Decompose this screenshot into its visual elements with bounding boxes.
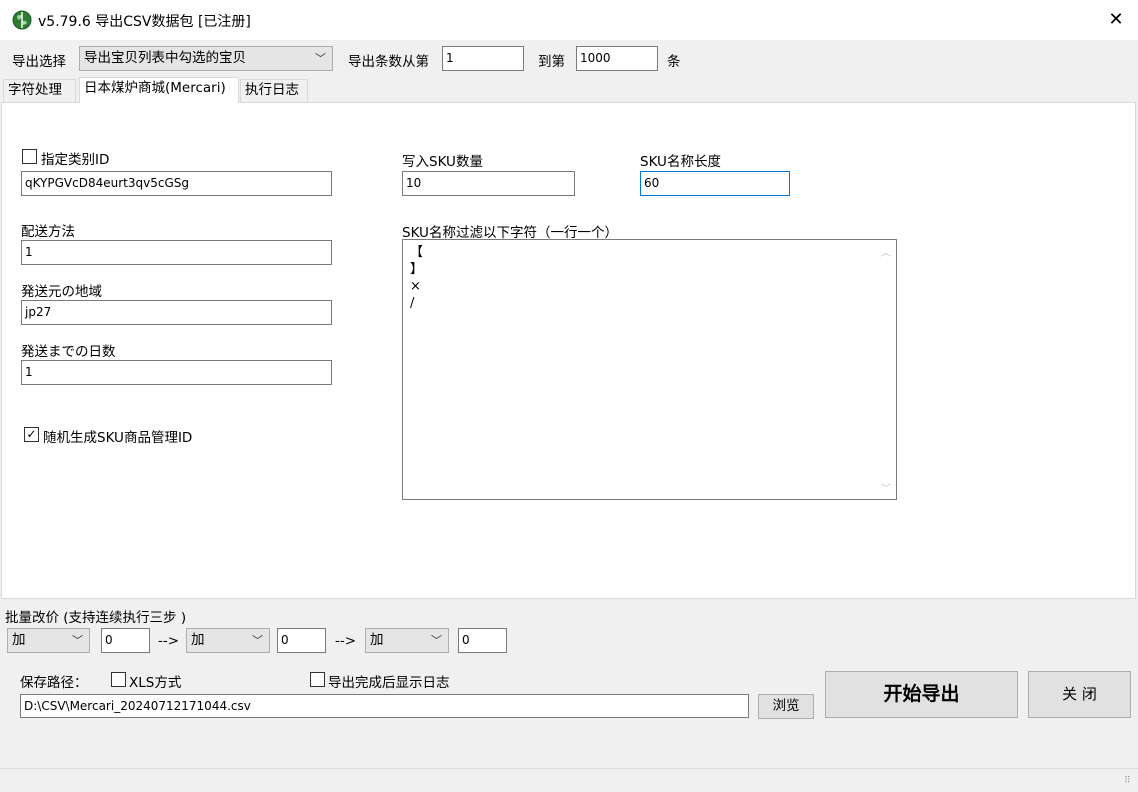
price-value-input-2[interactable]: 0 bbox=[277, 628, 326, 653]
start-export-button[interactable]: 开始导出 bbox=[825, 671, 1018, 718]
chevron-down-icon: ﹀ bbox=[315, 52, 326, 65]
price-op-select-3[interactable]: 加 ﹀ bbox=[365, 628, 449, 653]
export-select-dropdown[interactable]: 导出宝贝列表中勾选的宝贝 ﹀ bbox=[79, 46, 333, 71]
app-globe-icon bbox=[12, 10, 32, 30]
count-to-input[interactable]: 1000 bbox=[576, 46, 658, 71]
show-log-checkbox[interactable] bbox=[310, 672, 325, 687]
sku-filter-line: 】 bbox=[410, 262, 424, 277]
export-select-value: 导出宝贝列表中勾选的宝贝 bbox=[84, 50, 246, 66]
show-log-label: 导出完成后显示日志 bbox=[328, 675, 450, 691]
ship-from-label: 発送元の地域 bbox=[21, 284, 102, 300]
sku-filter-label: SKU名称过滤以下字符（一行一个） bbox=[402, 225, 618, 241]
random-sku-checkbox[interactable]: ✓ bbox=[24, 427, 39, 442]
save-path-label: 保存路径： bbox=[20, 675, 88, 691]
category-id-label: 指定类别ID bbox=[41, 152, 110, 168]
sku-count-input[interactable]: 10 bbox=[402, 171, 575, 196]
random-sku-label: 随机生成SKU商品管理ID bbox=[43, 430, 193, 446]
browse-button[interactable]: 浏览 bbox=[758, 694, 814, 719]
status-bar: ⠿ bbox=[0, 768, 1138, 792]
xls-checkbox[interactable] bbox=[111, 672, 126, 687]
scroll-down-icon[interactable]: ﹀ bbox=[881, 480, 891, 495]
tab-char-processing[interactable]: 字符处理 bbox=[3, 79, 76, 102]
days-to-ship-label: 発送までの日数 bbox=[21, 344, 116, 360]
count-to-label: 到第 bbox=[538, 54, 565, 70]
batch-price-label: 批量改价 (支持连续执行三步 ) bbox=[5, 610, 187, 626]
sku-name-length-input[interactable]: 60 bbox=[640, 171, 790, 196]
price-op-select-2[interactable]: 加 ﹀ bbox=[186, 628, 270, 653]
sku-filter-textarea[interactable]: 【 】 × / ︿ ﹀ bbox=[402, 239, 897, 500]
price-op-select-1[interactable]: 加 ﹀ bbox=[7, 628, 90, 653]
price-op-value: 加 bbox=[191, 632, 205, 648]
scroll-up-icon[interactable]: ︿ bbox=[881, 244, 891, 259]
chevron-down-icon: ﹀ bbox=[72, 634, 83, 647]
category-id-input[interactable]: qKYPGVcD84eurt3qv5cGSg bbox=[21, 171, 332, 196]
price-op-value: 加 bbox=[12, 632, 26, 648]
save-path-input[interactable]: D:\CSV\Mercari_20240712171044.csv bbox=[20, 694, 749, 718]
resize-grip-icon[interactable]: ⠿ bbox=[1124, 777, 1136, 790]
sku-filter-line: 【 bbox=[410, 245, 424, 260]
tab-mercari[interactable]: 日本煤炉商城(Mercari) bbox=[79, 77, 239, 103]
price-arrow: --> bbox=[158, 633, 180, 649]
count-from-label: 导出条数从第 bbox=[348, 54, 429, 70]
category-id-checkbox[interactable] bbox=[22, 149, 37, 164]
xls-label: XLS方式 bbox=[129, 675, 182, 691]
sku-name-length-label: SKU名称长度 bbox=[640, 154, 721, 170]
title-bar: v5.79.6 导出CSV数据包 [已注册] ✕ bbox=[0, 0, 1138, 40]
chevron-down-icon: ﹀ bbox=[252, 634, 263, 647]
window-close-icon[interactable]: ✕ bbox=[1104, 8, 1128, 32]
sku-filter-line: × bbox=[410, 279, 421, 294]
price-op-value: 加 bbox=[370, 632, 384, 648]
tab-exec-log[interactable]: 执行日志 bbox=[240, 79, 308, 102]
price-value-input-1[interactable]: 0 bbox=[101, 628, 150, 653]
days-to-ship-input[interactable]: 1 bbox=[21, 360, 332, 385]
window-title: v5.79.6 导出CSV数据包 [已注册] bbox=[38, 14, 251, 30]
price-value-input-3[interactable]: 0 bbox=[458, 628, 507, 653]
shipping-method-label: 配送方法 bbox=[21, 224, 75, 240]
sku-filter-line: / bbox=[410, 296, 415, 311]
textarea-scrollbar[interactable]: ︿ ﹀ bbox=[878, 240, 896, 499]
export-select-label: 导出选择 bbox=[12, 54, 66, 70]
shipping-method-input[interactable]: 1 bbox=[21, 240, 332, 265]
price-arrow: --> bbox=[335, 633, 357, 649]
ship-from-input[interactable]: jp27 bbox=[21, 300, 332, 325]
sku-count-label: 写入SKU数量 bbox=[402, 154, 483, 170]
close-button[interactable]: 关 闭 bbox=[1028, 671, 1131, 718]
chevron-down-icon: ﹀ bbox=[431, 634, 442, 647]
count-from-input[interactable]: 1 bbox=[442, 46, 524, 71]
count-unit-label: 条 bbox=[667, 54, 681, 70]
